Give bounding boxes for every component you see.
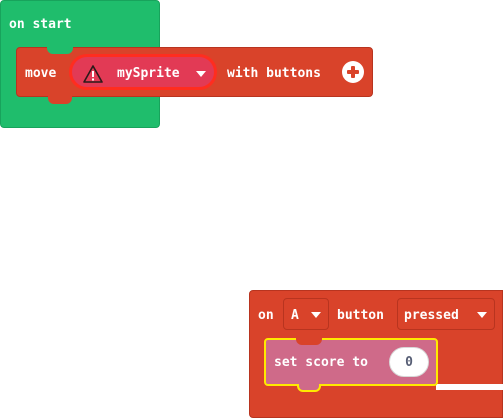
sprite-variable-dropdown[interactable]: mySprite [69,54,217,90]
chevron-down-icon [196,71,206,77]
button-dropdown[interactable]: A [283,298,329,330]
chevron-down-icon [311,312,321,318]
score-value: 0 [405,355,413,370]
event-dropdown-value: pressed [404,308,459,323]
move-sprite-block[interactable]: move mySprite with buttons [16,47,373,104]
on-start-label: on start [9,17,72,32]
block-tab [48,96,72,104]
score-value-input[interactable]: 0 [389,347,429,377]
button-label: button [337,308,384,323]
on-label: on [258,308,274,323]
button-dropdown-value: A [291,308,299,323]
event-dropdown[interactable]: pressed [397,298,495,330]
blocks-workspace[interactable]: on start move mySprite with buttons on A… [0,0,503,418]
plus-circle-icon[interactable] [342,61,364,83]
with-buttons-label: with buttons [227,66,321,81]
warning-triangle-icon[interactable] [83,65,103,83]
set-score-block[interactable]: set score to 0 [264,338,438,392]
chevron-down-icon [477,312,487,318]
set-score-label: set score to [274,355,368,370]
move-label: move [25,66,57,81]
sprite-variable-label: mySprite [117,66,180,81]
block-mouth-edge [436,384,503,390]
block-tab [297,384,321,392]
block-notch [47,47,73,54]
block-notch [296,338,322,345]
